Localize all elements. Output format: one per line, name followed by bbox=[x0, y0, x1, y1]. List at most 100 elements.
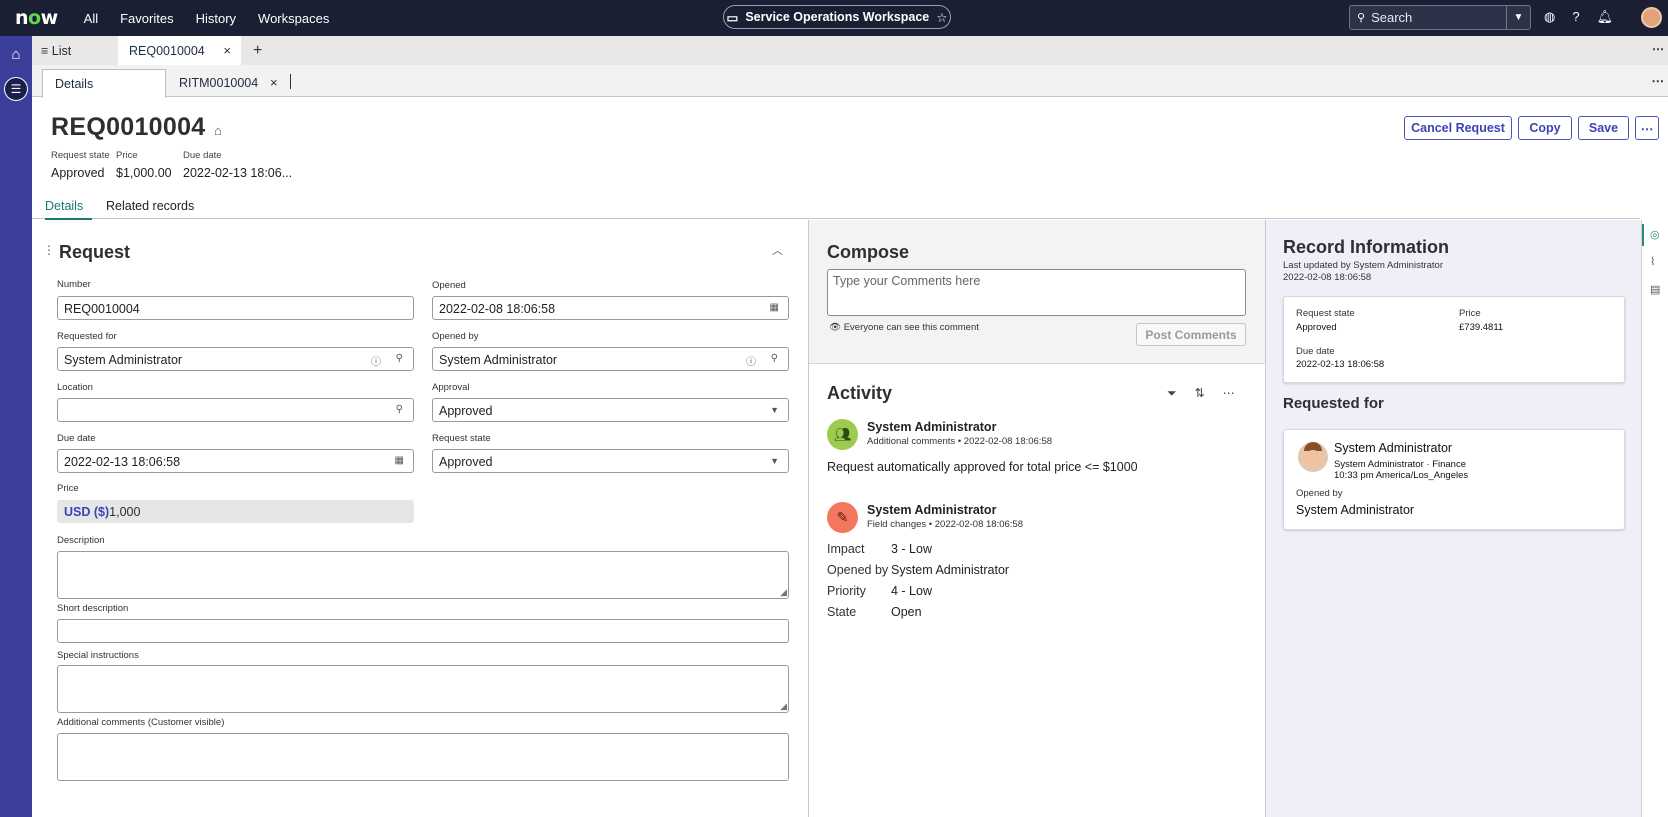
more-subtabs-icon[interactable]: ⋯ bbox=[1652, 73, 1665, 88]
notification-bell-icon[interactable]: 🔔︎ bbox=[1597, 9, 1614, 25]
approval-label: Approval bbox=[432, 382, 470, 393]
additional-comments-label: Additional comments (Customer visible) bbox=[57, 717, 225, 728]
card-value: £739.4811 bbox=[1459, 322, 1504, 333]
save-button[interactable]: Save bbox=[1578, 116, 1629, 140]
info-icon[interactable]: ⓘ bbox=[746, 353, 756, 368]
last-updated-by: Last updated by System Administrator bbox=[1283, 260, 1443, 271]
activity-time: 2022-02-08 18:06:58 bbox=[934, 519, 1023, 530]
special-instructions-textarea[interactable]: ◢ bbox=[57, 665, 789, 713]
info-icon[interactable]: ⓘ bbox=[371, 353, 381, 368]
comment-input[interactable] bbox=[828, 270, 1245, 315]
tab-details[interactable]: Details bbox=[45, 199, 92, 220]
search-scope-dropdown[interactable]: ▼ bbox=[1506, 6, 1530, 29]
sort-icon[interactable]: ⇅ bbox=[1195, 386, 1205, 401]
add-tab-button[interactable]: + bbox=[253, 42, 262, 60]
change-field: Impact bbox=[827, 542, 865, 556]
tab-record[interactable]: REQ0010004 × bbox=[118, 36, 241, 65]
activity-meta: Field changes • 2022-02-08 18:06:58 bbox=[867, 519, 1023, 530]
card-label: Request state bbox=[1296, 308, 1355, 319]
lookup-search-icon[interactable]: ⚲ bbox=[771, 353, 778, 364]
opened-label: Opened bbox=[432, 280, 466, 291]
workspace-selector[interactable]: ▭ Service Operations Workspace ☆ bbox=[723, 5, 951, 29]
global-search[interactable]: ⚲ ▼ bbox=[1349, 5, 1531, 30]
lookup-search-icon[interactable]: ⚲ bbox=[396, 404, 403, 415]
top-navigation-bar: now All Favorites History Workspaces ▭ S… bbox=[0, 0, 1668, 36]
more-icon[interactable]: ⋯ bbox=[1223, 386, 1235, 401]
change-value: 4 - Low bbox=[891, 584, 932, 598]
tag-icon[interactable]: ⌂︎ bbox=[214, 123, 222, 138]
eye-icon: 👁︎ bbox=[829, 322, 844, 333]
price-currency: USD ($) bbox=[64, 505, 110, 519]
additional-comments-textarea[interactable] bbox=[57, 733, 789, 781]
number-field[interactable]: REQ0010004 bbox=[57, 296, 414, 320]
document-icon[interactable]: ▤ bbox=[1650, 283, 1660, 296]
record-info-title: Record Information bbox=[1283, 237, 1450, 257]
record-sub-tab-bar: Details RITM0010004 × ⋯ bbox=[32, 65, 1668, 98]
tab-related-records[interactable]: Related records bbox=[106, 199, 194, 213]
due-date-field[interactable]: 2022-02-13 18:06:58 ▦ bbox=[57, 449, 414, 473]
request-state-select[interactable]: Approved ▼ bbox=[432, 449, 789, 473]
price-field: USD ($)1,000 bbox=[57, 500, 414, 523]
copy-button[interactable]: Copy bbox=[1518, 116, 1572, 140]
servicenow-logo[interactable]: now bbox=[15, 7, 58, 29]
chevron-down-icon: ▼ bbox=[770, 405, 779, 415]
search-input[interactable] bbox=[1371, 10, 1492, 25]
price-value: 1,000 bbox=[109, 505, 141, 519]
card-label: Due date bbox=[1296, 346, 1335, 357]
activity-type: Additional comments bbox=[867, 436, 956, 447]
activity-author: System Administrator bbox=[867, 503, 997, 517]
resize-grip-icon[interactable]: ◢ bbox=[780, 587, 787, 598]
lookup-search-icon[interactable]: ⚲ bbox=[396, 353, 403, 364]
calendar-icon[interactable]: ▦ bbox=[770, 302, 779, 313]
cancel-request-button[interactable]: Cancel Request bbox=[1404, 116, 1512, 140]
globe-icon[interactable]: ◍ bbox=[1544, 9, 1555, 25]
user-avatar[interactable] bbox=[1641, 7, 1662, 28]
attachment-icon[interactable]: ⌇ bbox=[1650, 255, 1655, 268]
change-field: Priority bbox=[827, 584, 866, 598]
contextual-side-rail: ◎ ⌇ ▤ bbox=[1641, 220, 1668, 817]
home-icon[interactable]: ⌂ bbox=[6, 46, 26, 66]
short-description-field[interactable] bbox=[57, 619, 789, 643]
drag-handle-icon[interactable]: ⋮ bbox=[43, 243, 55, 257]
resize-grip-icon[interactable]: ◢ bbox=[780, 701, 787, 712]
collapse-section-icon[interactable]: ︿ bbox=[772, 242, 783, 258]
location-field[interactable]: ⚲ bbox=[57, 398, 414, 422]
compose-panel: Compose 👁︎ Everyone can see this comment… bbox=[809, 220, 1265, 364]
requested-for-field[interactable]: System Administrator ⓘ ⚲ bbox=[57, 347, 414, 371]
agent-assist-icon[interactable]: ◎ bbox=[1650, 228, 1660, 241]
favorite-star-icon[interactable]: ☆ bbox=[936, 10, 947, 25]
help-icon[interactable]: ? bbox=[1572, 9, 1579, 25]
list-view-icon[interactable]: ☰ bbox=[4, 77, 28, 101]
requested-for-card[interactable]: System Administrator System Administrato… bbox=[1283, 429, 1625, 530]
top-nav-menu: All Favorites History Workspaces bbox=[84, 11, 330, 26]
tab-list[interactable]: ≡ List bbox=[32, 44, 118, 58]
person-role: System Administrator · Finance bbox=[1334, 459, 1466, 470]
request-state-label: Request state bbox=[432, 433, 491, 444]
requested-for-title: Requested for bbox=[1283, 395, 1384, 412]
header-field-value: $1,000.00 bbox=[116, 166, 172, 180]
opened-field[interactable]: 2022-02-08 18:06:58 ▦ bbox=[432, 296, 789, 320]
subtab-ritm[interactable]: RITM0010004 bbox=[179, 76, 258, 90]
filter-icon[interactable]: ⏷ bbox=[1167, 386, 1177, 401]
post-comments-button[interactable]: Post Comments bbox=[1136, 323, 1246, 346]
comment-visibility[interactable]: 👁︎ Everyone can see this comment bbox=[829, 322, 979, 333]
close-subtab-icon[interactable]: × bbox=[270, 75, 278, 90]
request-state-value: Approved bbox=[439, 455, 493, 469]
nav-history[interactable]: History bbox=[196, 11, 236, 26]
calendar-icon[interactable]: ▦ bbox=[395, 455, 404, 466]
approval-select[interactable]: Approved ▼ bbox=[432, 398, 789, 422]
nav-all[interactable]: All bbox=[84, 11, 98, 26]
nav-favorites[interactable]: Favorites bbox=[120, 11, 173, 26]
subtab-details[interactable]: Details bbox=[42, 69, 166, 98]
more-tabs-icon[interactable]: ⋯ bbox=[1652, 42, 1664, 56]
nav-workspaces[interactable]: Workspaces bbox=[258, 11, 329, 26]
card-label: Price bbox=[1459, 308, 1481, 319]
more-actions-button[interactable]: ⋯ bbox=[1635, 116, 1659, 140]
activity-author: System Administrator bbox=[867, 420, 997, 434]
activity-meta: Additional comments • 2022-02-08 18:06:5… bbox=[867, 436, 1053, 447]
person-name[interactable]: System Administrator bbox=[1334, 441, 1452, 455]
opened-by-field[interactable]: System Administrator ⓘ ⚲ bbox=[432, 347, 789, 371]
close-tab-icon[interactable]: × bbox=[223, 43, 231, 58]
comment-box[interactable] bbox=[827, 269, 1246, 316]
description-textarea[interactable]: ◢ bbox=[57, 551, 789, 599]
